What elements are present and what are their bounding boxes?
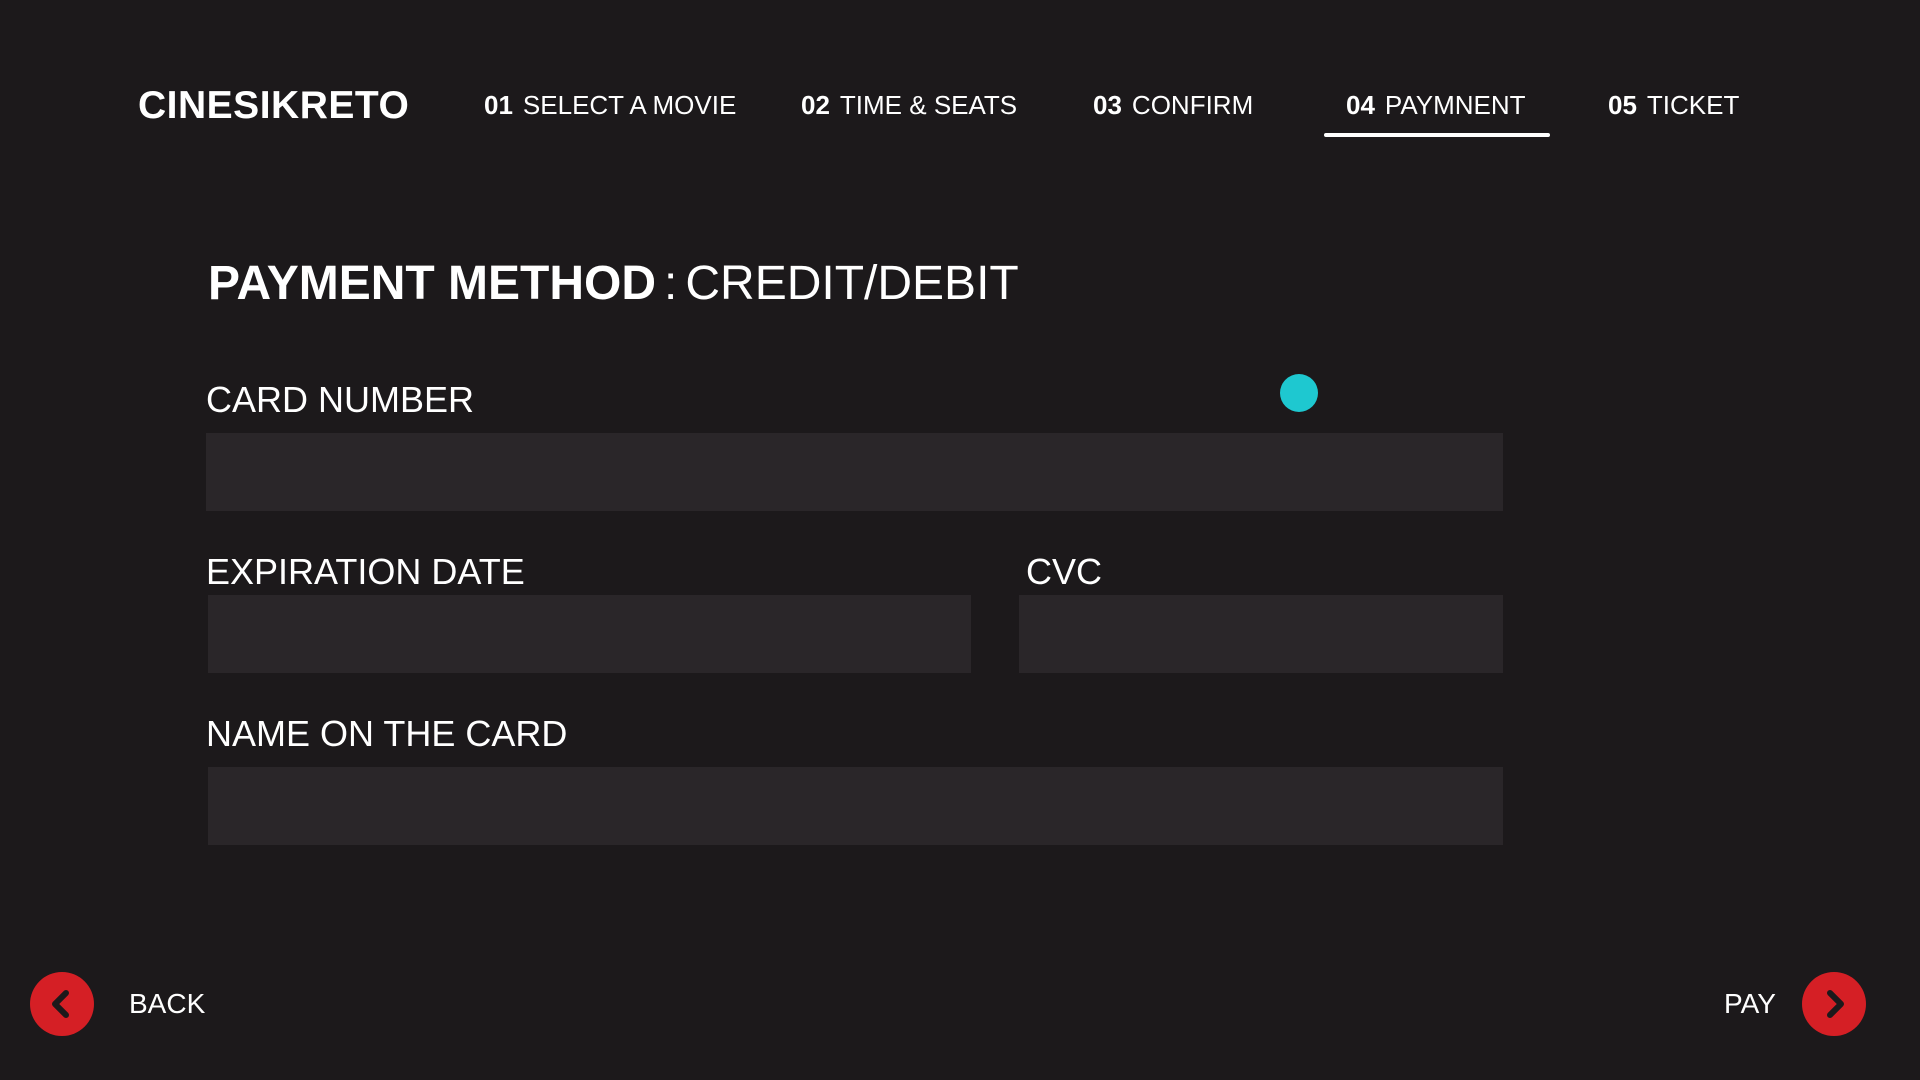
step-label: TICKET xyxy=(1646,90,1740,120)
pay-button[interactable] xyxy=(1802,972,1866,1036)
step-nav: 01 SELECT A MOVIE 02 TIME & SEATS 03 CONFIR… xyxy=(0,0,1920,140)
step-select-movie[interactable]: 01 SELECT A MOVIE xyxy=(484,90,736,131)
expiration-date-label: EXPIRATION DATE xyxy=(206,551,525,592)
payment-method-value: CREDIT/DEBIT xyxy=(685,257,1019,310)
card-number-label: CARD NUMBER xyxy=(206,379,475,420)
expiration-date-input[interactable] xyxy=(208,595,971,673)
step-number: 03 xyxy=(1093,90,1122,120)
name-on-card-input[interactable] xyxy=(208,767,1503,845)
cvc-input[interactable] xyxy=(1019,595,1503,673)
step-number: 02 xyxy=(801,90,830,120)
step-number: 01 xyxy=(484,90,513,120)
back-button[interactable] xyxy=(30,972,94,1036)
chevron-left-icon xyxy=(52,990,69,1018)
step-number: 05 xyxy=(1608,90,1637,120)
step-ticket[interactable]: 05 TICKET xyxy=(1608,90,1739,131)
pay-label[interactable]: PAY xyxy=(1724,988,1776,1020)
back-label[interactable]: BACK xyxy=(129,988,205,1020)
page-title-separator: : xyxy=(664,257,678,310)
payment-page: CINESIKRETO 01 SELECT A MOVIE 02 TIME & SE… xyxy=(0,0,1920,1080)
cvc-label: CVC xyxy=(1026,551,1103,592)
card-number-input[interactable] xyxy=(206,433,1503,511)
step-label: TIME & SEATS xyxy=(839,90,1018,120)
chevron-right-icon xyxy=(1827,990,1844,1018)
step-number: 04 xyxy=(1346,90,1375,120)
step-time-seats[interactable]: 02 TIME & SEATS xyxy=(801,90,1017,131)
step-payment[interactable]: 04 PAYMNENT xyxy=(1324,90,1550,137)
step-label: SELECT A MOVIE xyxy=(522,90,737,120)
mouse-cursor-indicator xyxy=(1280,374,1318,412)
page-title-bold: PAYMENT METHOD xyxy=(208,257,657,310)
step-label: CONFIRM xyxy=(1131,90,1254,120)
step-confirm[interactable]: 03 CONFIRM xyxy=(1093,90,1253,131)
step-label: PAYMNENT xyxy=(1384,90,1526,120)
name-on-card-label: NAME ON THE CARD xyxy=(206,713,568,754)
page-title: PAYMENT METHOD: CREDIT/DEBIT xyxy=(208,256,1019,311)
